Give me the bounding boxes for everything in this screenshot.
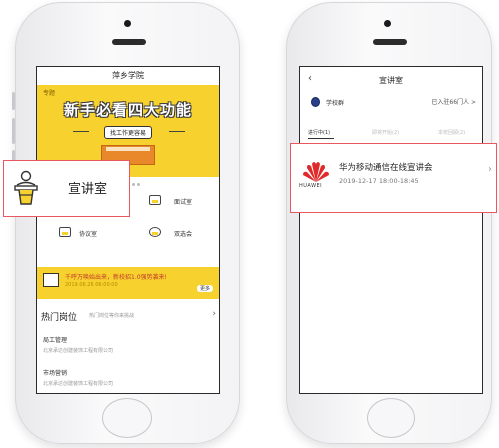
side-button bbox=[12, 118, 15, 144]
home-button[interactable] bbox=[367, 398, 415, 438]
tab-in-progress[interactable]: 进行中(1) bbox=[308, 129, 330, 136]
banner-tag: 专题 bbox=[43, 90, 56, 97]
school-label: 学校群 bbox=[326, 100, 345, 107]
chevron-right-icon[interactable]: › bbox=[488, 164, 492, 175]
lecture-room-label: 宣讲室 bbox=[68, 182, 108, 197]
job-company: 北京承达创建装饰工程有限公司 bbox=[43, 381, 114, 387]
event-title: 华为移动通信在线宣讲会 bbox=[339, 163, 433, 173]
banner-headline: 新手必看四大功能 bbox=[63, 101, 192, 119]
hot-jobs-subtitle: 热门岗位等你来挑战 bbox=[89, 313, 135, 319]
page-title: 萍乡学院 bbox=[112, 71, 144, 80]
right-screen: ‹ 宣讲室 学校群 已入驻66门人 > 进行中(1) 即将开始(2) 本校回顾(… bbox=[299, 66, 483, 394]
job-company: 北京承达创建装饰工程有限公司 bbox=[43, 348, 114, 354]
page-title: 宣讲室 bbox=[379, 76, 403, 85]
announcement-bar[interactable]: 千呼万唤始出来，新校招1.0强势袭来! 2019.06.26 06:00:00 … bbox=[37, 267, 219, 299]
earpiece bbox=[373, 39, 407, 45]
joined-count: 已入驻66门人 > bbox=[431, 99, 476, 106]
active-tab-indicator bbox=[308, 138, 334, 139]
event-row-callout[interactable]: HUAWEI 华为移动通信在线宣讲会 2019-12-17 18:00-18:4… bbox=[290, 143, 497, 213]
job-title: 局工管理 bbox=[43, 337, 68, 344]
tab-upcoming[interactable]: 即将开始(2) bbox=[372, 129, 399, 136]
announcement-text: 千呼万唤始出来，新校招1.0强势袭来! bbox=[65, 274, 167, 281]
banner-divider bbox=[73, 131, 89, 132]
lecture-podium-icon bbox=[14, 170, 38, 205]
announcement-date: 2019.06.26 06:00:00 bbox=[65, 282, 118, 288]
huawei-logo-icon bbox=[303, 162, 329, 182]
banner-subtitle: 找工作更容易 bbox=[103, 126, 153, 139]
grid-item-label: 协议室 bbox=[79, 231, 98, 238]
front-camera bbox=[124, 20, 131, 27]
agreement-room-icon bbox=[59, 227, 71, 237]
grid-item-label: 双选会 bbox=[174, 231, 193, 238]
hot-jobs-title: 热门岗位 bbox=[41, 313, 78, 323]
tab-school-review[interactable]: 本校回顾(2) bbox=[438, 129, 465, 136]
megaphone-icon bbox=[43, 273, 59, 287]
huawei-wordmark: HUAWEI bbox=[299, 183, 323, 189]
earpiece bbox=[112, 39, 146, 45]
job-title: 市场营销 bbox=[43, 370, 68, 377]
more-button[interactable]: 更多 bbox=[196, 285, 213, 292]
job-fair-icon bbox=[149, 227, 161, 237]
side-button bbox=[12, 92, 15, 110]
left-screen: 萍乡学院 专题 新手必看四大功能 找工作更容易 面试室 协议室 双选会 千呼万唤… bbox=[36, 66, 220, 394]
lecture-room-callout[interactable]: 宣讲室 bbox=[3, 160, 130, 217]
front-camera bbox=[384, 20, 391, 27]
home-button[interactable] bbox=[102, 398, 152, 438]
interview-room-icon bbox=[149, 195, 161, 205]
banner-divider bbox=[169, 131, 185, 132]
book-page-icon bbox=[106, 147, 150, 151]
chevron-right-icon[interactable]: › bbox=[212, 309, 216, 319]
school-badge-icon bbox=[311, 97, 320, 107]
event-time: 2019-12-17 18:00-18:45 bbox=[339, 177, 419, 185]
grid-item-label: 面试室 bbox=[174, 199, 193, 206]
